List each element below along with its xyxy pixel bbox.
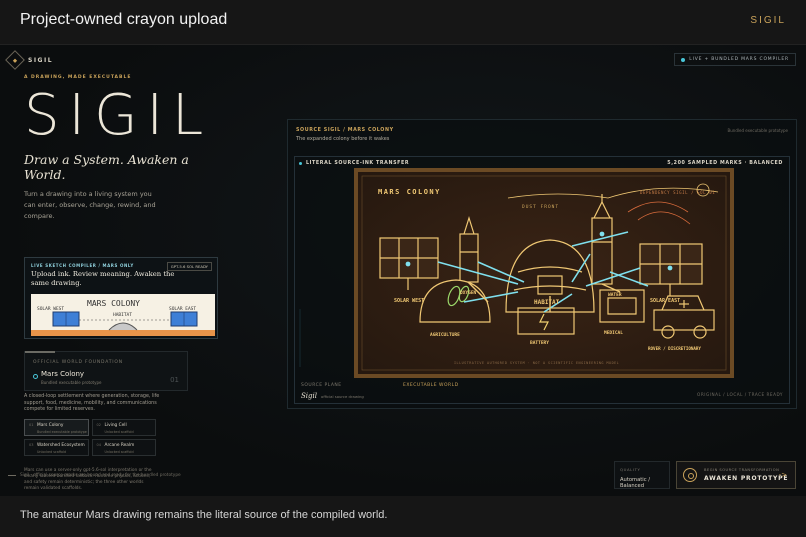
caption-bar: The amateur Mars drawing remains the lit…: [0, 496, 806, 537]
drawing-title: MARS COLONY: [378, 188, 441, 196]
awaken-value: AWAKEN PROTOTYPE: [704, 475, 789, 482]
quality-label: QUALITY: [620, 467, 641, 472]
hero-tagline: Draw a System. Awaken a World.: [24, 152, 189, 182]
live-badge-label: LIVE + BUNDLED MARS COMPILER: [689, 57, 789, 62]
world-option-watershed[interactable]: 03 Watershed Ecosystem Unlocked scaffold: [24, 439, 89, 456]
drawing-dust-front: DUST FRONT: [522, 204, 559, 210]
sampled-marks-count: 5,200 SAMPLED MARKS · BALANCED: [667, 161, 783, 166]
stage-subtitle: The expanded colony before it wakes: [296, 136, 390, 142]
transfer-title-text: LITERAL SOURCE-INK TRANSFER: [306, 161, 410, 166]
stage-title: SOURCE SIGIL / MARS COLONY: [296, 128, 394, 133]
window-title: Project-owned crayon upload: [20, 11, 228, 28]
sketch-compiler-card[interactable]: LIVE SKETCH COMPILER / MARS ONLY GPT-5.6…: [24, 257, 218, 339]
transfer-dot-icon: [299, 162, 302, 165]
runtime-note: Mars can use a server-only gpt-5.6-sol i…: [24, 468, 152, 491]
footnote-rule: [8, 475, 16, 476]
drawing-battery: BATTERY: [530, 340, 549, 346]
app-canvas: SIGIL LIVE + BUNDLED MARS COMPILER A DRA…: [0, 44, 806, 496]
hero-eyebrow: A DRAWING, MADE EXECUTABLE: [24, 75, 132, 80]
drawing-footer: ILLUSTRATIVE AUTHORED SYSTEM · NOT A SCI…: [454, 361, 619, 365]
drawing-water: WATER: [608, 292, 622, 298]
arrow-right-icon: ->: [778, 471, 787, 479]
compiler-message: Upload ink. Review meaning. Awaken the s…: [31, 270, 175, 287]
sigil-signature-sub: official source drawing: [321, 394, 364, 399]
quality-value: Automatic / Balanced: [620, 477, 651, 489]
thumb-title: MARS COLONY: [87, 299, 140, 308]
source-stage: SOURCE SIGIL / MARS COLONY The expanded …: [287, 119, 797, 409]
drawing-dependency: DEPENDENCY SIGIL / SOL 01: [640, 190, 715, 195]
drawing-habitat: HABITAT: [534, 299, 560, 306]
hero-section: A DRAWING, MADE EXECUTABLE SIGIL Draw a …: [24, 75, 224, 222]
foundation-index: 01: [170, 376, 179, 384]
world-sub: Unlocked scaffold: [104, 430, 134, 434]
foundation-name: Mars Colony: [41, 370, 85, 378]
thumb-label-east: SOLAR EAST: [169, 306, 196, 312]
awaken-label: BEGIN SOURCE TRANSFORMATION: [704, 468, 780, 472]
trace-status: ORIGINAL / LOCAL / TRACE READY: [697, 392, 783, 397]
awaken-ring-icon: [683, 468, 697, 482]
foundation-sub: Bundled executable prototype: [41, 380, 102, 385]
drawing-solar-west: SOLAR WEST: [394, 298, 424, 304]
sigil-logo-icon: [5, 50, 25, 70]
uploaded-drawing-thumbnail[interactable]: MARS COLONY SOLAR WEST HABITAT SOLAR EAS…: [31, 294, 215, 336]
world-planet-icon: [33, 374, 38, 379]
status-footnote: Sigil · official source marks are bound …: [8, 473, 181, 478]
world-title: Watershed Ecosystem: [37, 443, 85, 448]
world-sub: Bundled executable prototype: [37, 430, 87, 434]
world-num: 02: [96, 423, 101, 427]
compiler-header: LIVE SKETCH COMPILER / MARS ONLY: [31, 263, 134, 268]
world-description: A closed-loop settlement where generatio…: [24, 394, 160, 413]
hero-title: SIGIL: [24, 83, 213, 148]
world-option-arcane[interactable]: 04 Arcane Realm Unlocked scaffold: [91, 439, 156, 456]
drawing-medical: MEDICAL: [604, 330, 623, 336]
live-status-badge: LIVE + BUNDLED MARS COMPILER: [674, 53, 796, 66]
mars-colony-drawing[interactable]: MARS COLONY DEPENDENCY SIGIL / SOL 01 DU…: [354, 168, 734, 378]
logo-text: SIGIL: [28, 56, 54, 64]
world-option-living-cell[interactable]: 02 Living Cell Unlocked scaffold: [91, 419, 156, 436]
drawing-rover: ROVER / DISCRETIONARY: [648, 346, 701, 351]
world-title: Mars Colony: [37, 423, 64, 428]
logo[interactable]: SIGIL: [5, 50, 54, 70]
sigil-signature: Sigil: [301, 392, 317, 400]
transfer-title: LITERAL SOURCE-INK TRANSFER: [299, 161, 409, 166]
world-num: 04: [96, 443, 101, 447]
world-option-mars[interactable]: 01 Mars Colony Bundled executable protot…: [24, 419, 89, 436]
foundation-accent-bar: [25, 351, 55, 353]
source-plane-label: SOURCE PLANE: [301, 383, 342, 388]
world-title: Arcane Realm: [104, 443, 135, 448]
world-num: 01: [29, 423, 34, 427]
stage-right-label: Bundled executable prototype: [727, 128, 788, 133]
awaken-prototype-button[interactable]: BEGIN SOURCE TRANSFORMATION AWAKEN PROTO…: [676, 461, 796, 489]
world-sub: Unlocked scaffold: [104, 450, 134, 454]
foundation-header: OFFICIAL WORLD FOUNDATION: [33, 360, 123, 365]
ink-transfer-panel: LITERAL SOURCE-INK TRANSFER 5,200 SAMPLE…: [294, 156, 790, 404]
live-dot-icon: [681, 57, 686, 62]
thumb-label-habitat: HABITAT: [113, 312, 132, 318]
drawing-solar-east: SOLAR EAST: [650, 298, 680, 304]
drawing-oxygen: OXYGEN: [460, 290, 477, 296]
brand-label: SIGIL: [750, 15, 786, 26]
world-selector-grid: 01 Mars Colony Bundled executable protot…: [24, 419, 156, 456]
world-sub: Unlocked scaffold: [37, 450, 67, 454]
quality-selector[interactable]: QUALITY Automatic / Balanced: [614, 461, 670, 489]
window-titlebar: Project-owned crayon upload SIGIL: [0, 0, 806, 44]
world-num: 03: [29, 443, 34, 447]
thumb-label-west: SOLAR WEST: [37, 306, 64, 312]
world-title: Living Cell: [104, 423, 127, 428]
executable-world-label: EXECUTABLE WORLD: [403, 383, 459, 388]
footnote-text: Sigil · official source marks are bound …: [20, 473, 181, 478]
drawing-agriculture: AGRICULTURE: [430, 332, 460, 338]
hero-intro: Turn a drawing into a living system you …: [24, 190, 156, 220]
screenshot-caption: The amateur Mars drawing remains the lit…: [20, 509, 388, 521]
world-foundation-card[interactable]: OFFICIAL WORLD FOUNDATION Mars Colony Bu…: [24, 351, 188, 391]
